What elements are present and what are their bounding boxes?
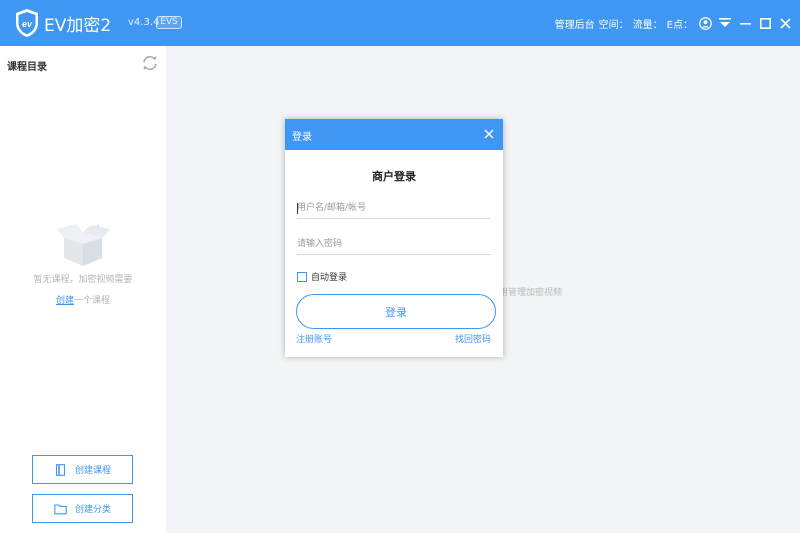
document-icon bbox=[55, 463, 66, 476]
register-link[interactable]: 注册账号 bbox=[296, 332, 332, 345]
dialog-close-icon[interactable] bbox=[484, 129, 494, 139]
space-label: 空间： bbox=[598, 19, 629, 31]
login-button[interactable]: 登录 bbox=[296, 294, 496, 329]
forgot-password-link[interactable]: 找回密码 bbox=[455, 332, 491, 345]
app-name: EV加密2 bbox=[44, 16, 112, 36]
auto-login-checkbox[interactable] bbox=[297, 271, 307, 282]
ev-logo-icon: ev bbox=[16, 9, 38, 37]
account-info: 管理后台 空间： 流量： E点： bbox=[555, 16, 693, 31]
maximize-icon[interactable] bbox=[758, 16, 772, 30]
create-course-label: 创建课程 bbox=[74, 466, 111, 476]
titlebar-controls: 管理后台 空间： 流量： E点： bbox=[555, 0, 792, 46]
svg-text:ev: ev bbox=[22, 19, 33, 29]
auto-login-option[interactable]: 自动登录 bbox=[297, 270, 347, 283]
auto-login-label: 自动登录 bbox=[311, 273, 348, 283]
create-category-label: 创建分类 bbox=[74, 505, 111, 515]
empty-box-icon bbox=[57, 224, 110, 266]
text-cursor bbox=[297, 203, 298, 214]
create-course-link[interactable]: 创建 bbox=[56, 296, 74, 306]
sidebar-title: 课程目录 bbox=[7, 62, 47, 73]
refresh-icon[interactable] bbox=[141, 55, 159, 71]
admin-link[interactable]: 管理后台 bbox=[555, 16, 595, 31]
edition-badge: EVS bbox=[156, 16, 182, 29]
user-avatar-icon[interactable] bbox=[699, 16, 712, 30]
main-hint-text: 用管理加密视频 bbox=[499, 288, 563, 298]
title-bar: ev EV加密2 v4.3.4 EVS 管理后台 空间： 流量： E点： bbox=[0, 0, 800, 46]
points-label: E点： bbox=[666, 19, 693, 31]
empty-course-text: 暂无课程，加密视频需要 bbox=[33, 275, 133, 285]
minimize-icon[interactable] bbox=[738, 16, 752, 30]
password-input[interactable] bbox=[297, 233, 491, 255]
course-sidebar: 课程目录 暂无课程，加密视频需要 创建一个课程 创建课程 创建分类 bbox=[0, 46, 166, 533]
create-category-button[interactable]: 创建分类 bbox=[32, 494, 133, 523]
create-course-suffix: 一个课程 bbox=[74, 296, 111, 306]
dialog-title: 登录 bbox=[292, 132, 312, 143]
dialog-header: 登录 bbox=[285, 119, 503, 150]
create-course-button[interactable]: 创建课程 bbox=[32, 455, 133, 484]
app-version: v4.3.4 bbox=[128, 17, 160, 28]
menu-dropdown-icon[interactable] bbox=[718, 16, 732, 30]
merchant-login-heading: 商户登录 bbox=[372, 170, 416, 183]
login-dialog: 登录 商户登录 自动登录 登录 注册账号 找回密码 bbox=[285, 119, 503, 357]
traffic-label: 流量： bbox=[632, 19, 663, 31]
folder-icon bbox=[54, 503, 67, 514]
username-input[interactable] bbox=[297, 197, 491, 219]
close-window-icon[interactable] bbox=[778, 16, 792, 30]
create-course-hint: 创建一个课程 bbox=[0, 293, 166, 306]
